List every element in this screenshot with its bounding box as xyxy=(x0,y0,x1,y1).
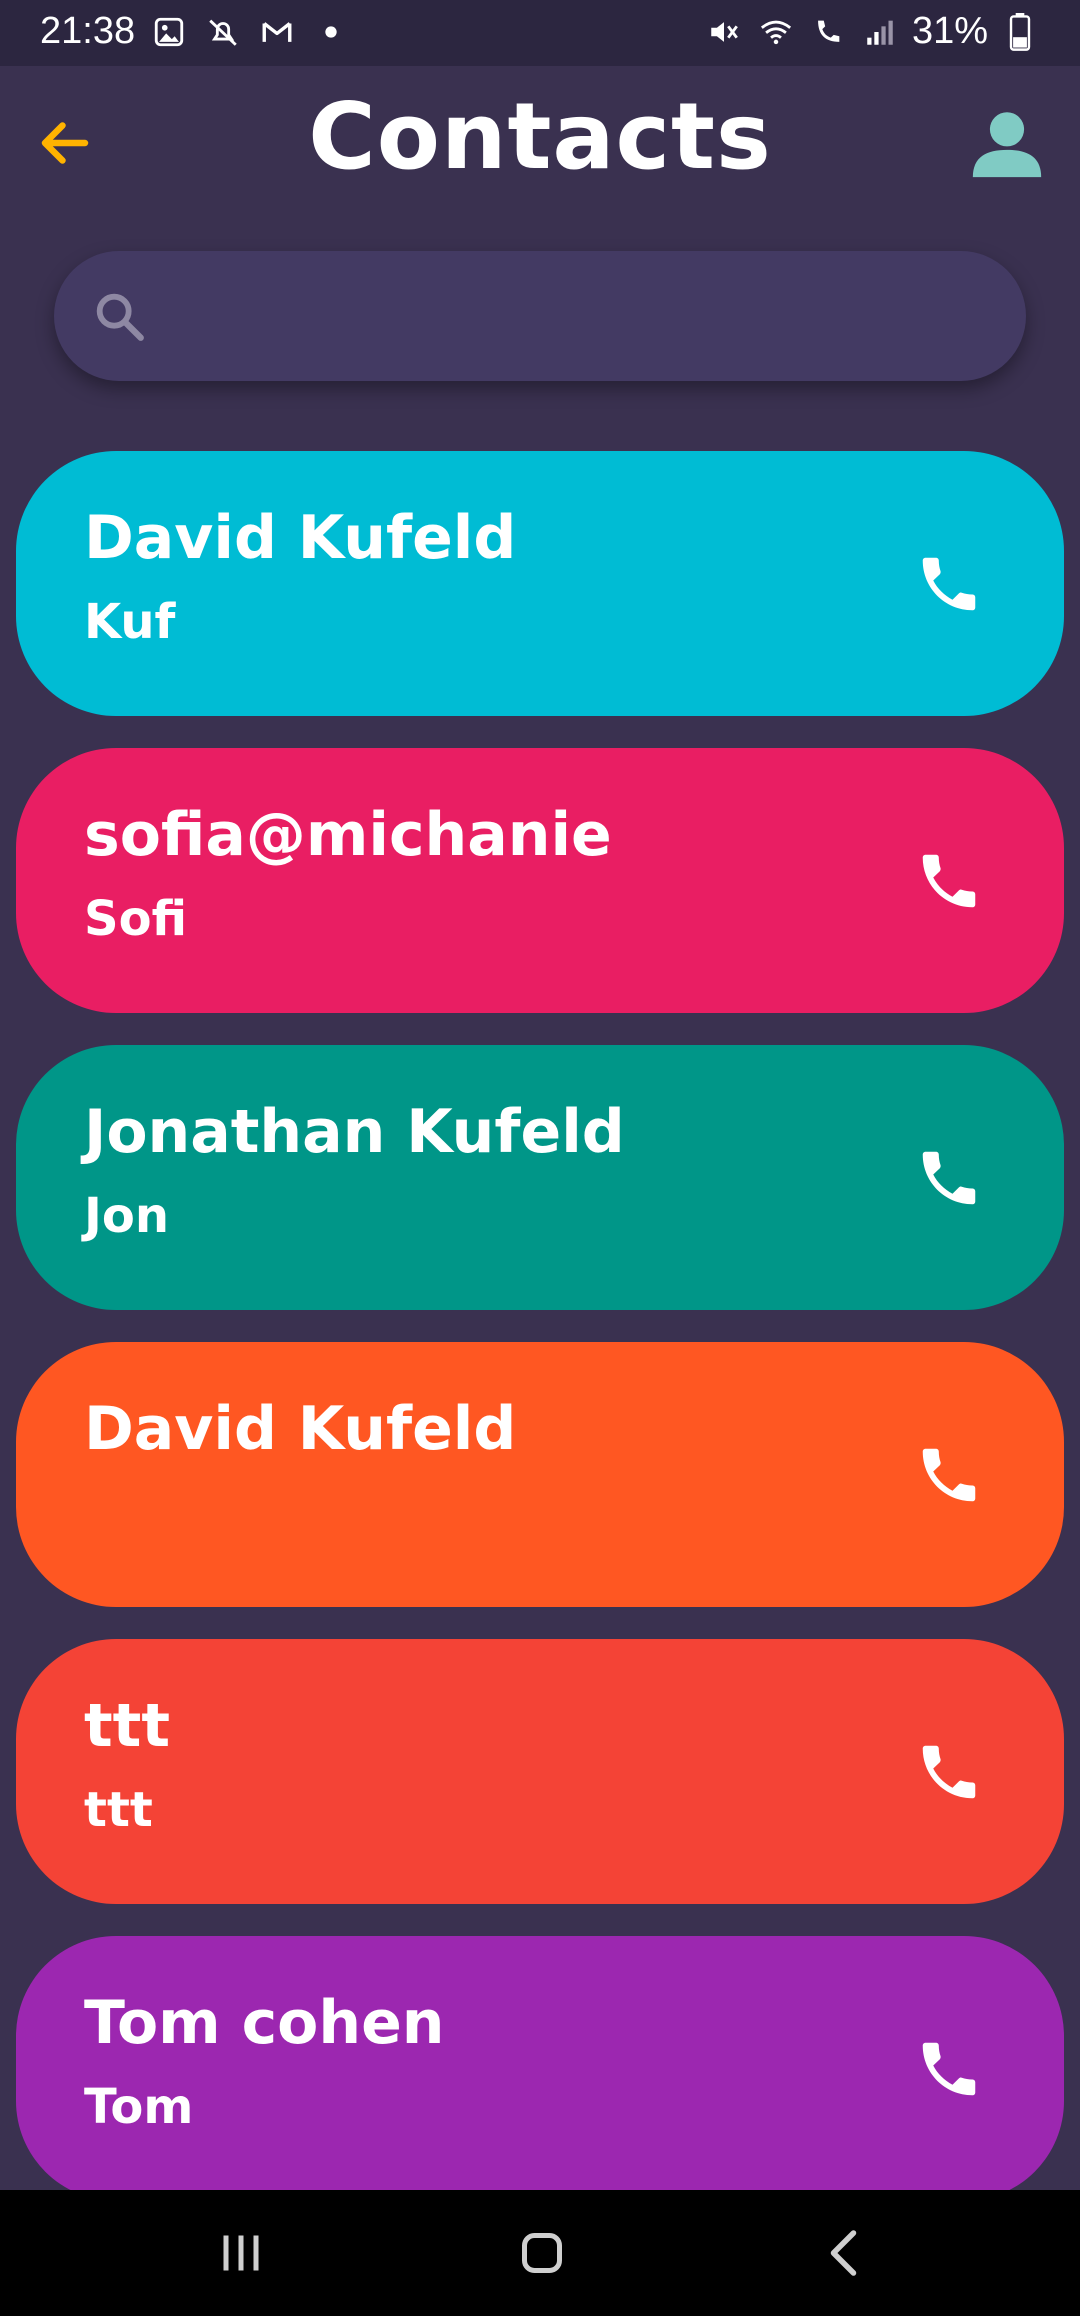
dot-icon xyxy=(311,12,351,52)
phone-icon xyxy=(922,1448,976,1502)
battery-icon xyxy=(1000,12,1040,52)
contact-card[interactable]: David Kufeld xyxy=(16,1342,1064,1607)
system-nav-bar xyxy=(0,2190,1080,2316)
contact-name: Tom cohen xyxy=(84,1988,445,2058)
contact-nickname: ttt xyxy=(84,1782,153,1838)
recent-apps-button[interactable] xyxy=(211,2223,271,2283)
contact-card[interactable]: ttt ttt xyxy=(16,1639,1064,1904)
contact-list: David Kufeld Kuf sofia@michanie Sofi Jon… xyxy=(16,451,1064,2233)
battery-percent: 31% xyxy=(911,10,988,52)
call-button[interactable] xyxy=(914,1440,984,1510)
call-button[interactable] xyxy=(914,1143,984,1213)
contact-name: sofia@michanie xyxy=(84,800,612,870)
back-icon xyxy=(830,2230,857,2276)
search-input[interactable] xyxy=(174,271,998,363)
profile-button[interactable] xyxy=(964,100,1050,186)
home-button[interactable] xyxy=(512,2223,572,2283)
app-header: Contacts xyxy=(0,66,1080,216)
nav-back-button[interactable] xyxy=(816,2223,876,2283)
contact-card[interactable]: sofia@michanie Sofi xyxy=(16,748,1064,1013)
contact-name: David Kufeld xyxy=(84,1394,517,1464)
call-button[interactable] xyxy=(914,846,984,916)
signal-icon xyxy=(860,12,900,52)
contact-nickname: Kuf xyxy=(84,594,176,650)
gmail-icon xyxy=(257,12,297,52)
status-left: 21:38 xyxy=(40,10,351,53)
person-icon xyxy=(972,112,1042,178)
mute-icon xyxy=(704,12,744,52)
contact-nickname: Tom xyxy=(84,2079,194,2135)
phone-icon xyxy=(922,557,976,611)
contact-nickname: Sofi xyxy=(84,891,188,947)
contact-card[interactable]: David Kufeld Kuf xyxy=(16,451,1064,716)
search-icon xyxy=(90,287,148,345)
phone-icon xyxy=(922,2042,976,2096)
wifi-icon xyxy=(756,12,796,52)
page-title: Contacts xyxy=(308,83,772,190)
alarm-off-icon xyxy=(203,12,243,52)
gallery-icon xyxy=(149,12,189,52)
home-icon xyxy=(522,2233,562,2273)
wifi-calling-icon xyxy=(808,12,848,52)
call-button[interactable] xyxy=(914,549,984,619)
search-bar[interactable] xyxy=(54,251,1026,381)
phone-icon xyxy=(922,854,976,908)
phone-icon xyxy=(922,1151,976,1205)
recent-apps-icon xyxy=(223,2235,259,2271)
status-time: 21:38 xyxy=(40,10,136,52)
status-bar: 21:38 31% xyxy=(0,0,1080,66)
contact-nickname: Jon xyxy=(84,1188,170,1244)
contact-name: David Kufeld xyxy=(84,503,517,573)
status-right: 31% xyxy=(704,10,1040,53)
contact-card[interactable]: Tom cohen Tom xyxy=(16,1936,1064,2201)
call-button[interactable] xyxy=(914,2034,984,2104)
contact-name: ttt xyxy=(84,1691,171,1761)
contact-name: Jonathan Kufeld xyxy=(84,1097,625,1167)
contact-card[interactable]: Jonathan Kufeld Jon xyxy=(16,1045,1064,1310)
call-button[interactable] xyxy=(914,1737,984,1807)
phone-icon xyxy=(922,1745,976,1799)
